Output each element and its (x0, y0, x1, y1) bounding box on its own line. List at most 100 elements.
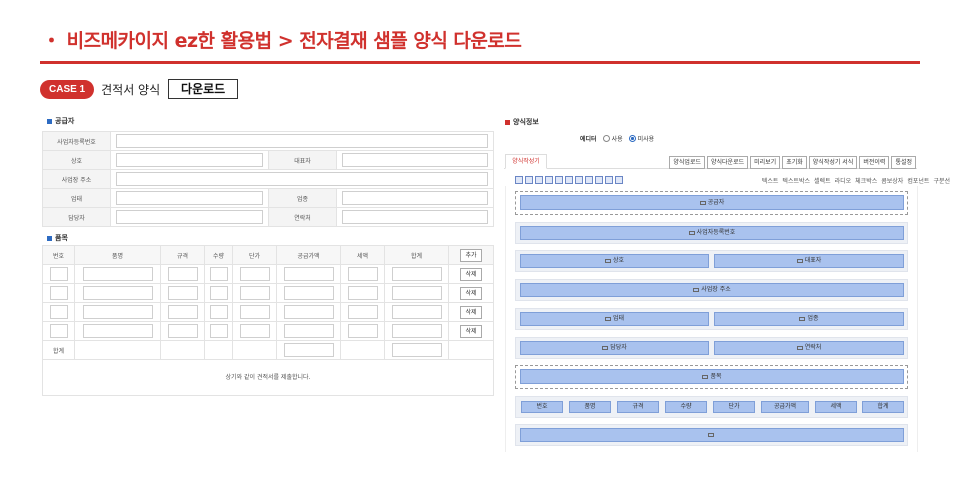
palette-item[interactable]: 셀렉트 (814, 176, 831, 185)
radio-nouse[interactable] (628, 135, 636, 142)
palette-item[interactable]: 컴포넌트 (907, 176, 929, 185)
name-input[interactable] (116, 153, 263, 167)
radio-use[interactable] (602, 135, 610, 142)
cell-input[interactable] (49, 305, 68, 319)
toolbar-button[interactable]: 버전이력 (859, 156, 890, 169)
bizno-input[interactable] (116, 134, 488, 148)
layout-icon[interactable] (605, 176, 613, 184)
designer-col-block[interactable]: 품명 (569, 401, 611, 413)
designer-col-block[interactable]: 수량 (665, 401, 707, 413)
cell-input[interactable] (209, 305, 228, 319)
cell-input[interactable] (391, 267, 442, 281)
total-sum-input[interactable] (391, 343, 442, 357)
cell-input[interactable] (239, 324, 270, 338)
cell-input[interactable] (239, 267, 270, 281)
delete-row-button[interactable]: 삭제 (460, 286, 482, 300)
cell-input[interactable] (49, 324, 68, 338)
contact-input[interactable] (342, 210, 488, 224)
palette-item[interactable]: 텍스트박스 (782, 176, 810, 185)
cell-input[interactable] (391, 324, 442, 338)
manager-input[interactable] (116, 210, 263, 224)
palette-item[interactable]: 라디오 (835, 176, 852, 185)
cell-input[interactable] (239, 305, 270, 319)
toolbar-button[interactable]: 양식다운로드 (707, 156, 749, 169)
designer-block-contact[interactable]: 연락처 (714, 341, 904, 355)
delete-row-button[interactable]: 삭제 (460, 267, 482, 281)
palette-item[interactable]: 텍스트 (762, 176, 779, 185)
cell-input[interactable] (209, 267, 228, 281)
cell-input[interactable] (49, 267, 68, 281)
layout-icon[interactable] (575, 176, 583, 184)
cell-input[interactable] (82, 286, 153, 300)
item-input[interactable] (342, 191, 488, 205)
cell-input[interactable] (167, 267, 198, 281)
cell-input[interactable] (49, 286, 68, 300)
toolbar-button[interactable]: 통설정 (891, 156, 916, 169)
designer-block-manager[interactable]: 담당자 (520, 341, 709, 355)
cell-input[interactable] (209, 286, 228, 300)
cell-input[interactable] (347, 286, 378, 300)
palette-item[interactable]: 구분선 (933, 176, 950, 185)
layout-icon[interactable] (515, 176, 523, 184)
designer-block-items[interactable]: 품목 (520, 369, 904, 384)
toolbar-button[interactable]: 미리보기 (750, 156, 781, 169)
cell-input[interactable] (391, 286, 442, 300)
designer-block-biztype[interactable]: 업태 (520, 312, 709, 326)
layout-icon[interactable] (595, 176, 603, 184)
designer-col-block[interactable]: 공급가액 (761, 401, 809, 413)
layout-icon[interactable] (585, 176, 593, 184)
layout-icon[interactable] (565, 176, 573, 184)
add-row-button[interactable]: 추가 (460, 248, 482, 262)
designer-block-footer[interactable] (520, 428, 904, 442)
cell-input[interactable] (347, 324, 378, 338)
col-header: 단가 (232, 245, 277, 265)
label-address: 사업장 주소 (42, 169, 111, 189)
delete-row-button[interactable]: 삭제 (460, 305, 482, 319)
designer-col-block[interactable]: 합계 (862, 401, 904, 413)
cell-input[interactable] (82, 305, 153, 319)
tab-form-builder[interactable]: 양식작성기 (505, 154, 547, 169)
cell-input[interactable] (209, 324, 228, 338)
designer-block-item[interactable]: 업종 (714, 312, 904, 326)
col-header: 규격 (160, 245, 205, 265)
cell-input[interactable] (391, 305, 442, 319)
cell-input[interactable] (167, 305, 198, 319)
designer-block-supplier[interactable]: 공급자 (520, 195, 904, 210)
delete-row-button[interactable]: 삭제 (460, 324, 482, 338)
cell-input[interactable] (167, 286, 198, 300)
designer-block-address[interactable]: 사업장 주소 (520, 283, 904, 297)
layout-icon[interactable] (535, 176, 543, 184)
designer-block-bizno[interactable]: 사업자등록번호 (520, 226, 904, 240)
layout-icon[interactable] (545, 176, 553, 184)
cell-input[interactable] (347, 305, 378, 319)
biztype-input[interactable] (116, 191, 263, 205)
cell-input[interactable] (283, 324, 334, 338)
cell-input[interactable] (82, 267, 153, 281)
cell-input[interactable] (283, 305, 334, 319)
toolbar-button[interactable]: 양식작성기 서식 (808, 156, 858, 169)
total-supply-input[interactable] (283, 343, 334, 357)
designer-col-block[interactable]: 번호 (521, 401, 563, 413)
cell-input[interactable] (82, 324, 153, 338)
palette-item[interactable]: 체크박스 (855, 176, 877, 185)
designer-col-block[interactable]: 단가 (713, 401, 755, 413)
designer-block-ceo[interactable]: 대표자 (714, 254, 904, 268)
ceo-input[interactable] (342, 153, 488, 167)
cell-input[interactable] (167, 324, 198, 338)
toolbar-button[interactable]: 양식업로드 (669, 156, 705, 169)
cell-input[interactable] (283, 267, 334, 281)
designer-col-block[interactable]: 규격 (617, 401, 659, 413)
total-row: 합계 (42, 340, 494, 360)
cell-input[interactable] (239, 286, 270, 300)
download-button[interactable]: 다운로드 (168, 79, 239, 99)
cell-input[interactable] (283, 286, 334, 300)
cell-input[interactable] (347, 267, 378, 281)
address-input[interactable] (116, 172, 488, 186)
layout-icon[interactable] (555, 176, 563, 184)
layout-icon[interactable] (525, 176, 533, 184)
palette-item[interactable]: 콤보상자 (881, 176, 903, 185)
layout-icon[interactable] (615, 176, 623, 184)
designer-block-name[interactable]: 상호 (520, 254, 709, 268)
toolbar-button[interactable]: 초기화 (782, 156, 807, 169)
designer-col-block[interactable]: 세액 (815, 401, 857, 413)
